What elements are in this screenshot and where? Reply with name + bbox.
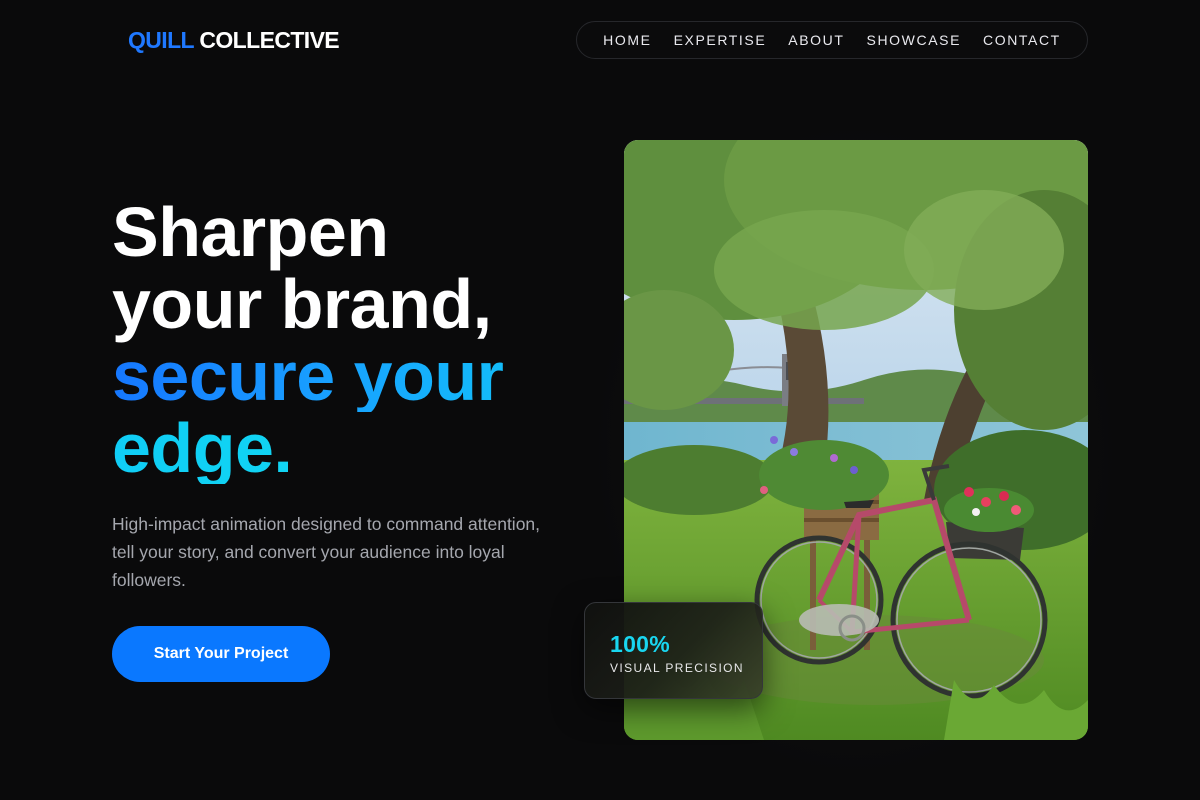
start-project-button[interactable]: Start Your Project xyxy=(112,626,330,682)
headline-line-3: secure your xyxy=(112,340,582,412)
stat-label: VISUAL PRECISION xyxy=(610,661,744,675)
main-nav: HOME EXPERTISE ABOUT SHOWCASE CONTACT xyxy=(576,21,1088,59)
brand-logo-part2: COLLECTIVE xyxy=(199,27,340,53)
landing-page: QUILL COLLECTIVE HOME EXPERTISE ABOUT SH… xyxy=(0,0,1200,800)
nav-home[interactable]: HOME xyxy=(603,32,651,48)
hero-headline: Sharpen your brand, secure your edge. xyxy=(112,196,582,484)
headline-line-1: Sharpen xyxy=(112,193,389,271)
brand-logo-part1: QUILL xyxy=(128,27,194,53)
visual-precision-card: 100% VISUAL PRECISION xyxy=(584,602,763,699)
nav-expertise[interactable]: EXPERTISE xyxy=(674,32,767,48)
headline-line-2: your brand, xyxy=(112,265,492,343)
brand-logo[interactable]: QUILL COLLECTIVE xyxy=(128,26,340,54)
headline-line-4: edge. xyxy=(112,412,582,484)
nav-showcase[interactable]: SHOWCASE xyxy=(867,32,961,48)
hero-subtext: High-impact animation designed to comman… xyxy=(112,514,541,590)
stat-value: 100% xyxy=(610,631,671,657)
nav-about[interactable]: ABOUT xyxy=(788,32,844,48)
nav-contact[interactable]: CONTACT xyxy=(983,32,1061,48)
